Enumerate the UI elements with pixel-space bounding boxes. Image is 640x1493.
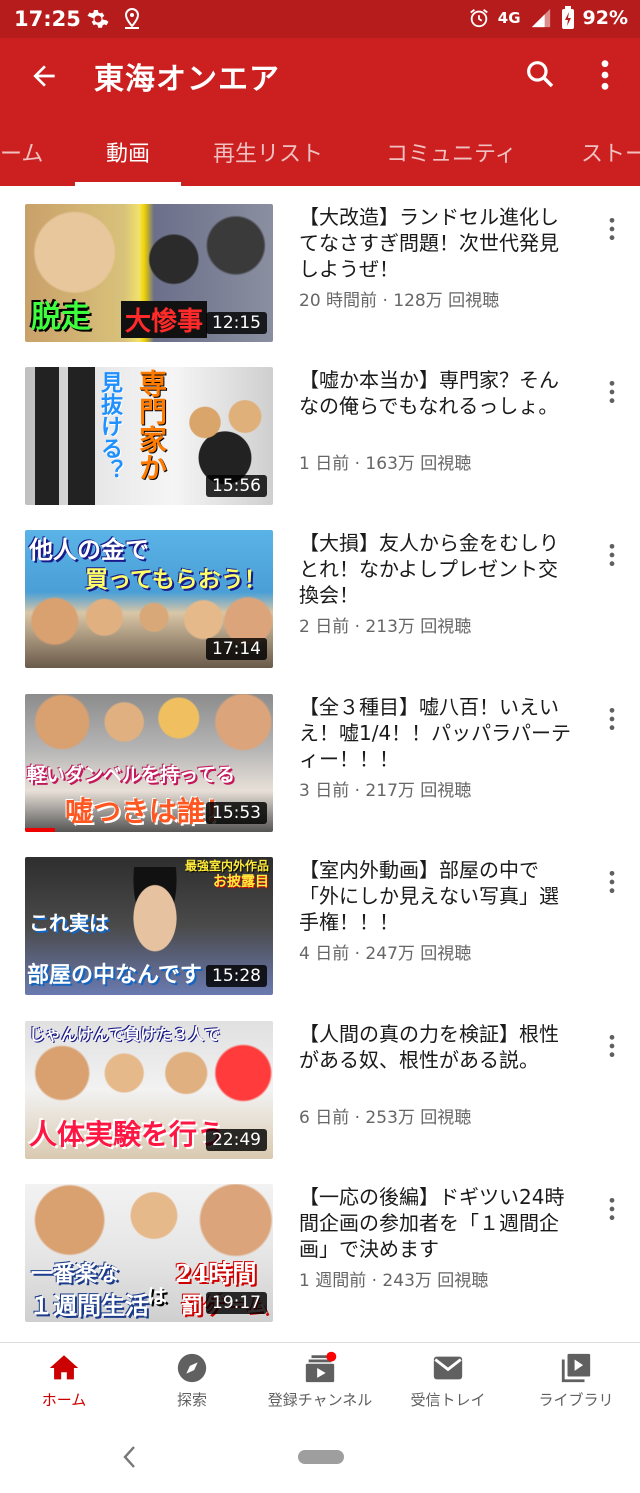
thumbnail-caption: これ実は <box>29 911 109 935</box>
nav-library-label: ライブラリ <box>538 1391 614 1409</box>
video-title[interactable]: 【嘘か本当か】専門家？そんなの俺らでもなれるっしょ。 <box>299 367 571 419</box>
video-meta: 6 日前 · 253万 回視聴 <box>299 1108 472 1128</box>
video-duration: 15:53 <box>206 802 267 824</box>
system-home-pill[interactable] <box>298 1450 344 1464</box>
channel-title: 東海オンエア <box>94 62 280 97</box>
video-thumbnail[interactable]: 一番楽な １週間生活 は 24時間 罰ゲーム 19:17 <box>25 1184 273 1322</box>
watch-progress-bar <box>25 828 55 832</box>
status-indicators: 4G 92% <box>468 6 628 30</box>
tab-community[interactable]: コミュニティ <box>386 136 517 168</box>
tab-videos[interactable]: 動画 <box>106 136 150 168</box>
video-thumbnail[interactable]: 見抜ける？ 専門家か 15:56 <box>25 367 273 505</box>
channel-tabs: ーム 動画 再生リスト コミュニティ ストー <box>0 128 640 186</box>
library-icon <box>561 1353 591 1383</box>
video-duration: 12:15 <box>206 312 267 334</box>
thumbnail-caption: 見抜ける？ <box>97 371 122 481</box>
thumbnail-caption: じゃんけんで負けた３人で <box>29 1025 221 1044</box>
video-duration: 17:14 <box>206 638 267 660</box>
thumbnail-caption: 24時間 <box>175 1259 257 1288</box>
video-meta: 4 日前 · 247万 回視聴 <box>299 944 472 964</box>
new-content-badge <box>326 1351 337 1362</box>
video-meta: 1 日前 · 163万 回視聴 <box>299 454 472 474</box>
video-thumbnail[interactable]: じゃんけんで負けた３人で 人体実験を行う 22:49 <box>25 1021 273 1159</box>
explore-icon <box>177 1353 207 1383</box>
video-item[interactable]: 最強室内外作品 お披露目 これ実は 部屋の中なんです 15:28 【室内外動画】… <box>0 839 640 1002</box>
video-item[interactable]: 見抜ける？ 専門家か 15:56 【嘘か本当か】専門家？そんなの俺らでもなれるっ… <box>0 349 640 512</box>
thumbnail-caption: 専門家か <box>135 369 168 481</box>
tab-playlists[interactable]: 再生リスト <box>213 136 323 168</box>
video-more-options-icon[interactable] <box>602 542 622 568</box>
video-item[interactable]: 脱走 大惨事 12:15 【大改造】ランドセル進化してなさすぎ問題！次世代発見し… <box>0 186 640 349</box>
thumbnail-caption: 人体実験を行う <box>29 1118 226 1151</box>
video-meta: 3 日前 · 217万 回視聴 <box>299 781 472 801</box>
nav-inbox-label: 受信トレイ <box>410 1391 486 1409</box>
video-duration: 19:17 <box>206 1292 267 1314</box>
settings-gear-icon <box>87 10 109 28</box>
video-item[interactable]: 軽いダンベルを持ってる 嘘つきは誰！ 15:53 【全３種目】嘘八百！いえいえ！… <box>0 676 640 839</box>
network-type: 4G <box>497 9 521 27</box>
home-icon <box>49 1355 79 1380</box>
video-duration: 22:49 <box>206 1129 267 1151</box>
thumbnail-caption: 買ってもらおう！ <box>85 567 267 593</box>
thumbnail-caption: 一番楽な <box>31 1261 120 1287</box>
thumbnail-caption: 大惨事 <box>121 301 208 338</box>
nav-inbox[interactable]: 受信トレイ <box>384 1351 512 1410</box>
nav-subscriptions[interactable]: 登録チャンネル <box>256 1351 384 1410</box>
status-bar: 17:25 4G 92% <box>0 0 640 38</box>
video-thumbnail[interactable]: 他人の金で 買ってもらおう！ 17:14 <box>25 530 273 668</box>
app-bar: 東海オンエア ーム 動画 再生リスト コミュニティ ストー <box>0 38 640 186</box>
nav-home[interactable]: ホーム <box>0 1351 128 1410</box>
signal-strength-icon <box>531 8 550 28</box>
video-title[interactable]: 【大改造】ランドセル進化してなさすぎ問題！次世代発見しようぜ！ <box>299 204 571 282</box>
video-thumbnail[interactable]: 軽いダンベルを持ってる 嘘つきは誰！ 15:53 <box>25 694 273 832</box>
location-pin-icon <box>124 7 140 29</box>
system-navigation <box>0 1418 640 1493</box>
status-time: 17:25 <box>14 7 81 31</box>
nav-explore[interactable]: 探索 <box>128 1351 256 1410</box>
thumbnail-caption: お披露目 <box>213 874 269 890</box>
video-meta: 20 時間前 · 128万 回視聴 <box>299 291 500 311</box>
video-duration: 15:56 <box>206 475 267 497</box>
battery-percent: 92% <box>582 7 628 29</box>
back-arrow-icon[interactable] <box>28 60 60 92</box>
subscriptions-icon <box>305 1351 337 1383</box>
video-item[interactable]: 一番楽な １週間生活 は 24時間 罰ゲーム 19:17 【一応の後編】ドギツい… <box>0 1166 640 1329</box>
system-back-icon[interactable] <box>120 1444 140 1470</box>
video-thumbnail[interactable]: 最強室内外作品 お披露目 これ実は 部屋の中なんです 15:28 <box>25 857 273 995</box>
video-meta: 1 週間前 · 243万 回視聴 <box>299 1271 489 1291</box>
tab-store[interactable]: ストー <box>581 136 640 168</box>
nav-subscriptions-label: 登録チャンネル <box>267 1391 373 1409</box>
video-more-options-icon[interactable] <box>602 379 622 405</box>
inbox-icon <box>433 1356 463 1380</box>
video-item[interactable]: じゃんけんで負けた３人で 人体実験を行う 22:49 【人間の真の力を検証】根性… <box>0 1003 640 1166</box>
thumbnail-caption: １週間生活 <box>29 1291 149 1320</box>
bottom-navigation: ホーム 探索 登録チャンネル 受信トレイ ライブラリ <box>0 1342 640 1418</box>
video-title[interactable]: 【大損】友人から金をむしりとれ！なかよしプレゼント交換会！ <box>299 530 571 608</box>
search-icon[interactable] <box>524 58 556 90</box>
video-title[interactable]: 【一応の後編】ドギツい24時間企画の参加者を「１週間企画」で決めます <box>299 1184 571 1262</box>
thumbnail-caption: 部屋の中なんです <box>27 963 202 988</box>
video-thumbnail[interactable]: 脱走 大惨事 12:15 <box>25 204 273 342</box>
video-title[interactable]: 【室内外動画】部屋の中で「外にしか見えない写真」選手権！！！ <box>299 857 571 935</box>
video-more-options-icon[interactable] <box>602 216 622 242</box>
nav-home-label: ホーム <box>41 1391 87 1409</box>
video-more-options-icon[interactable] <box>602 869 622 895</box>
video-more-options-icon[interactable] <box>602 1033 622 1059</box>
tab-home[interactable]: ーム <box>0 136 43 168</box>
thumbnail-caption: は <box>147 1284 167 1308</box>
battery-charging-icon <box>561 6 574 29</box>
thumbnail-caption: 軽いダンベルを持ってる <box>27 764 236 786</box>
alarm-clock-icon <box>469 9 488 28</box>
nav-explore-label: 探索 <box>176 1391 207 1409</box>
more-options-icon[interactable] <box>594 58 616 92</box>
video-item[interactable]: 他人の金で 買ってもらおう！ 17:14 【大損】友人から金をむしりとれ！なかよ… <box>0 512 640 675</box>
video-meta: 2 日前 · 213万 回視聴 <box>299 617 472 637</box>
thumbnail-caption: 脱走 <box>31 300 91 335</box>
nav-library[interactable]: ライブラリ <box>512 1351 640 1410</box>
video-duration: 15:28 <box>206 965 267 987</box>
video-more-options-icon[interactable] <box>602 1196 622 1222</box>
video-title[interactable]: 【全３種目】嘘八百！いえいえ！嘘1/4！！パッパラパーティー！！！ <box>299 694 571 772</box>
video-more-options-icon[interactable] <box>602 706 622 732</box>
video-title[interactable]: 【人間の真の力を検証】根性がある奴、根性がある説。 <box>299 1021 571 1073</box>
